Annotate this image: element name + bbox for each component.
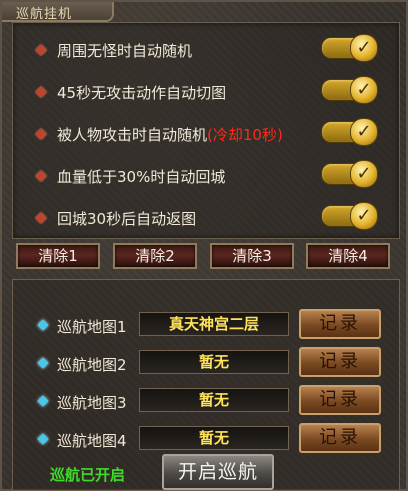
cruise-hangup-panel: 巡航挂机 周围无怪时自动随机 ✓ 45秒无攻击动作自动切图 ✓ 被人物攻击时自动… — [0, 0, 408, 491]
clear-3-button[interactable]: 清除3 — [210, 243, 294, 269]
record-1-button[interactable]: 记录 — [299, 309, 381, 339]
map-value-3: 暂无 — [139, 388, 289, 412]
option-label: 血量低于30%时自动回城 — [57, 168, 226, 186]
cyan-gem-icon — [37, 433, 49, 445]
clear-4-button[interactable]: 清除4 — [306, 243, 390, 269]
red-diamond-icon — [35, 86, 47, 98]
options-box: 周围无怪时自动随机 ✓ 45秒无攻击动作自动切图 ✓ 被人物攻击时自动随机(冷却… — [12, 22, 400, 239]
start-cruise-button[interactable]: 开启巡航 — [162, 454, 274, 490]
map-value-1: 真天神宫二层 — [139, 312, 289, 336]
option-toggle-4[interactable]: ✓ — [321, 160, 378, 188]
option-label: 被人物攻击时自动随机(冷却10秒) — [57, 124, 283, 145]
option-row-1: 周围无怪时自动随机 ✓ — [13, 29, 399, 69]
option-toggle-2[interactable]: ✓ — [321, 76, 378, 104]
red-diamond-icon — [35, 212, 47, 224]
cyan-gem-icon — [37, 357, 49, 369]
cooldown-note: (冷却10秒) — [207, 126, 283, 144]
map-row-2: 巡航地图2 暂无 记录 — [13, 347, 399, 383]
record-2-button[interactable]: 记录 — [299, 347, 381, 377]
title-tab: 巡航挂机 — [2, 2, 114, 22]
option-row-3: 被人物攻击时自动随机(冷却10秒) ✓ — [13, 113, 399, 153]
clear-1-button[interactable]: 清除1 — [16, 243, 100, 269]
option-toggle-5[interactable]: ✓ — [321, 202, 378, 230]
option-label: 回城30秒后自动返图 — [57, 210, 197, 228]
option-label: 45秒无攻击动作自动切图 — [57, 84, 227, 102]
map-label: 巡航地图3 — [57, 394, 127, 412]
option-toggle-1[interactable]: ✓ — [321, 34, 378, 62]
clear-2-button[interactable]: 清除2 — [113, 243, 197, 269]
option-label-text: 被人物攻击时自动随机 — [57, 126, 208, 144]
clear-buttons-row: 清除1 清除2 清除3 清除4 — [16, 241, 396, 271]
option-row-2: 45秒无攻击动作自动切图 ✓ — [13, 71, 399, 111]
red-diamond-icon — [35, 128, 47, 140]
map-value-2: 暂无 — [139, 350, 289, 374]
cyan-gem-icon — [37, 395, 49, 407]
map-value-4: 暂无 — [139, 426, 289, 450]
panel-title: 巡航挂机 — [16, 7, 73, 22]
map-label: 巡航地图4 — [57, 432, 127, 450]
map-label: 巡航地图1 — [57, 318, 127, 336]
record-3-button[interactable]: 记录 — [299, 385, 381, 415]
option-row-5: 回城30秒后自动返图 ✓ — [13, 197, 399, 237]
red-diamond-icon — [35, 44, 47, 56]
cyan-gem-icon — [37, 319, 49, 331]
red-diamond-icon — [35, 170, 47, 182]
check-icon: ✓ — [350, 76, 378, 104]
record-4-button[interactable]: 记录 — [299, 423, 381, 453]
option-label: 周围无怪时自动随机 — [57, 42, 193, 60]
check-icon: ✓ — [350, 202, 378, 230]
map-row-3: 巡航地图3 暂无 记录 — [13, 385, 399, 421]
check-icon: ✓ — [350, 160, 378, 188]
option-toggle-3[interactable]: ✓ — [321, 118, 378, 146]
cruise-status-text: 巡航已开启 — [50, 466, 126, 484]
map-row-1: 巡航地图1 真天神宫二层 记录 — [13, 309, 399, 345]
map-label: 巡航地图2 — [57, 356, 127, 374]
check-icon: ✓ — [350, 118, 378, 146]
check-icon: ✓ — [350, 34, 378, 62]
option-row-4: 血量低于30%时自动回城 ✓ — [13, 155, 399, 195]
